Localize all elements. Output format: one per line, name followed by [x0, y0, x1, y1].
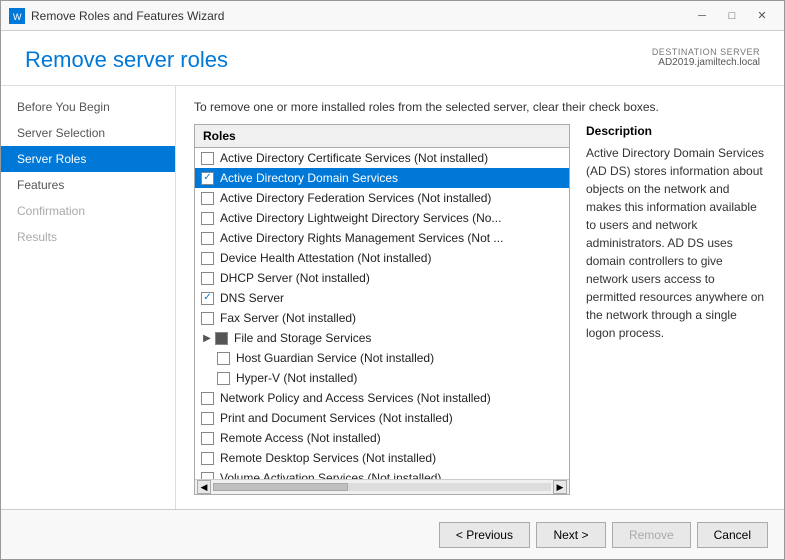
list-item[interactable]: Host Guardian Service (Not installed) — [211, 348, 569, 368]
destination-label: DESTINATION SERVER — [652, 47, 760, 57]
list-item[interactable]: Device Health Attestation (Not installed… — [195, 248, 569, 268]
roles-panel: Roles Active Directory Certificate Servi… — [194, 124, 570, 495]
title-bar: W Remove Roles and Features Wizard ─ □ ✕ — [1, 1, 784, 31]
checkbox-host-guardian[interactable] — [217, 352, 230, 365]
sidebar-item-server-selection[interactable]: Server Selection — [1, 120, 175, 146]
instruction-text: To remove one or more installed roles fr… — [194, 100, 766, 114]
description-text: Active Directory Domain Services (AD DS)… — [586, 144, 766, 342]
list-item[interactable]: ▶ File and Storage Services — [195, 328, 569, 348]
role-label: DHCP Server (Not installed) — [220, 271, 370, 285]
description-panel: Description Active Directory Domain Serv… — [586, 124, 766, 495]
cancel-button[interactable]: Cancel — [697, 522, 768, 548]
window-title: Remove Roles and Features Wizard — [31, 9, 224, 23]
role-label: Remote Desktop Services (Not installed) — [220, 451, 436, 465]
horizontal-scrollbar[interactable]: ◀ ▶ — [195, 479, 569, 494]
checkbox-remote-access[interactable] — [201, 432, 214, 445]
role-label: Host Guardian Service (Not installed) — [236, 351, 434, 365]
list-item[interactable]: Network Policy and Access Services (Not … — [195, 388, 569, 408]
svg-text:W: W — [13, 12, 22, 22]
role-label: Active Directory Lightweight Directory S… — [220, 211, 501, 225]
role-label: Network Policy and Access Services (Not … — [220, 391, 491, 405]
expander-icon[interactable]: ▶ — [201, 332, 213, 344]
title-bar-left: W Remove Roles and Features Wizard — [9, 8, 224, 24]
checkbox-ad-ds[interactable] — [201, 172, 214, 185]
list-item[interactable]: Active Directory Domain Services — [195, 168, 569, 188]
description-header: Description — [586, 124, 766, 138]
checkbox-vol-act[interactable] — [201, 472, 214, 480]
scroll-thumb[interactable] — [213, 483, 348, 491]
sidebar-item-results: Results — [1, 224, 175, 250]
previous-button[interactable]: < Previous — [439, 522, 530, 548]
list-item[interactable]: DHCP Server (Not installed) — [195, 268, 569, 288]
scroll-track[interactable] — [213, 483, 551, 491]
scroll-right-btn[interactable]: ▶ — [553, 480, 567, 494]
list-item[interactable]: DNS Server — [195, 288, 569, 308]
list-item[interactable]: Volume Activation Services (Not installe… — [195, 468, 569, 479]
checkbox-ad-lds[interactable] — [201, 212, 214, 225]
checkbox-file-storage[interactable] — [215, 332, 228, 345]
role-label: Hyper-V (Not installed) — [236, 371, 357, 385]
checkbox-device-health[interactable] — [201, 252, 214, 265]
main-area: Before You Begin Server Selection Server… — [1, 86, 784, 509]
list-item[interactable]: Active Directory Lightweight Directory S… — [195, 208, 569, 228]
role-label: Active Directory Domain Services — [220, 171, 398, 185]
destination-server-info: DESTINATION SERVER AD2019.jamiltech.loca… — [652, 47, 760, 68]
main-window: W Remove Roles and Features Wizard ─ □ ✕… — [0, 0, 785, 560]
checkbox-ad-cert[interactable] — [201, 152, 214, 165]
roles-panel-header: Roles — [195, 125, 569, 148]
list-item[interactable]: Active Directory Federation Services (No… — [195, 188, 569, 208]
sidebar-item-confirmation: Confirmation — [1, 198, 175, 224]
role-label: Print and Document Services (Not install… — [220, 411, 453, 425]
sidebar: Before You Begin Server Selection Server… — [1, 86, 176, 509]
checkbox-hyperv[interactable] — [217, 372, 230, 385]
checkbox-rds[interactable] — [201, 452, 214, 465]
content-area: Remove server roles DESTINATION SERVER A… — [1, 31, 784, 509]
scroll-left-btn[interactable]: ◀ — [197, 480, 211, 494]
checkbox-print-doc[interactable] — [201, 412, 214, 425]
list-item[interactable]: Fax Server (Not installed) — [195, 308, 569, 328]
list-item[interactable]: Hyper-V (Not installed) — [211, 368, 569, 388]
title-bar-controls: ─ □ ✕ — [688, 5, 776, 27]
panels: Roles Active Directory Certificate Servi… — [194, 124, 766, 495]
role-label: DNS Server — [220, 291, 284, 305]
minimize-button[interactable]: ─ — [688, 5, 716, 27]
checkbox-ad-fed[interactable] — [201, 192, 214, 205]
role-label: Active Directory Certificate Services (N… — [220, 151, 488, 165]
role-label: File and Storage Services — [234, 331, 371, 345]
sidebar-item-features[interactable]: Features — [1, 172, 175, 198]
role-label: Device Health Attestation (Not installed… — [220, 251, 431, 265]
header-section: Remove server roles DESTINATION SERVER A… — [1, 31, 784, 86]
maximize-button[interactable]: □ — [718, 5, 746, 27]
sidebar-item-before-you-begin[interactable]: Before You Begin — [1, 94, 175, 120]
role-label: Volume Activation Services (Not installe… — [220, 471, 441, 479]
destination-server-name: AD2019.jamiltech.local — [652, 57, 760, 68]
roles-list[interactable]: Active Directory Certificate Services (N… — [195, 148, 569, 479]
footer: < Previous Next > Remove Cancel — [1, 509, 784, 559]
checkbox-dns[interactable] — [201, 292, 214, 305]
role-label: Remote Access (Not installed) — [220, 431, 381, 445]
next-button[interactable]: Next > — [536, 522, 606, 548]
list-item[interactable]: Remote Access (Not installed) — [195, 428, 569, 448]
close-button[interactable]: ✕ — [748, 5, 776, 27]
list-item[interactable]: Active Directory Certificate Services (N… — [195, 148, 569, 168]
sidebar-item-server-roles[interactable]: Server Roles — [1, 146, 175, 172]
role-label: Active Directory Rights Management Servi… — [220, 231, 503, 245]
main-content: To remove one or more installed roles fr… — [176, 86, 784, 509]
checkbox-npas[interactable] — [201, 392, 214, 405]
list-item[interactable]: Remote Desktop Services (Not installed) — [195, 448, 569, 468]
role-label: Fax Server (Not installed) — [220, 311, 356, 325]
list-item[interactable]: Active Directory Rights Management Servi… — [195, 228, 569, 248]
page-title: Remove server roles — [25, 47, 228, 73]
list-item[interactable]: Print and Document Services (Not install… — [195, 408, 569, 428]
checkbox-fax[interactable] — [201, 312, 214, 325]
role-label: Active Directory Federation Services (No… — [220, 191, 491, 205]
wizard-icon: W — [9, 8, 25, 24]
checkbox-dhcp[interactable] — [201, 272, 214, 285]
checkbox-ad-rms[interactable] — [201, 232, 214, 245]
remove-button[interactable]: Remove — [612, 522, 691, 548]
